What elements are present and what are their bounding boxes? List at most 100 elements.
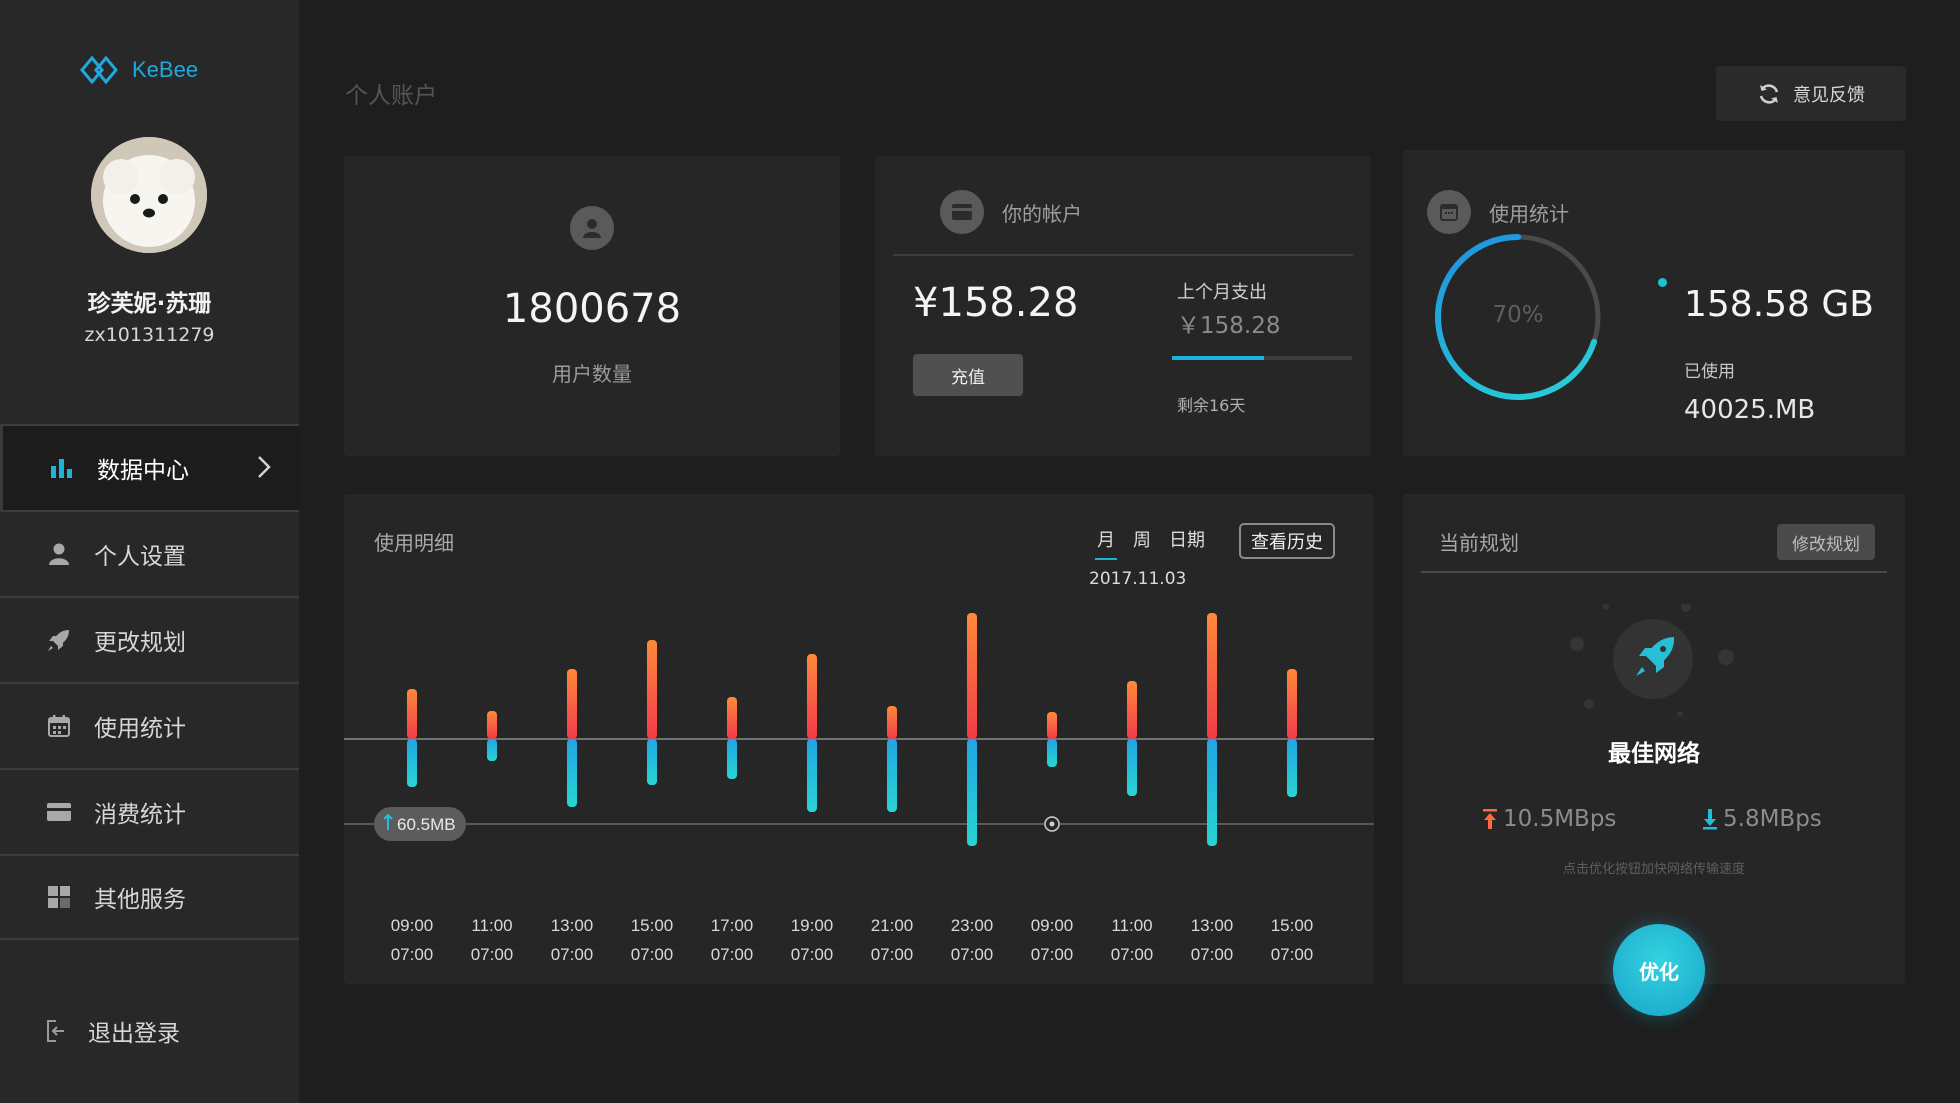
- remaining-progress-bar: [1172, 356, 1352, 360]
- download-arrow-icon: [1703, 809, 1717, 830]
- usage-total: 158.58 GB: [1684, 284, 1875, 325]
- sidebar-item-label: 个人设置: [94, 544, 186, 570]
- remaining-progress-fill: [1172, 356, 1264, 360]
- logo[interactable]: KeBee: [78, 52, 198, 88]
- card-icon: [44, 797, 74, 827]
- current-plan-title: 当前规划: [1439, 531, 1519, 555]
- time-label-bottom: 07:00: [631, 945, 674, 964]
- feedback-button[interactable]: 意见反馈: [1716, 66, 1906, 121]
- time-label-top: 17:00: [711, 916, 754, 935]
- account-card: 你的帐户 ¥158.28 充值 上个月支出 ￥158.28 剩余16天: [875, 156, 1371, 456]
- upload-bar[interactable]: [1127, 681, 1137, 739]
- sidebar-nav: 数据中心 个人设置 更改规划 使用统计 消费统计 其他服务: [0, 424, 299, 940]
- optimize-button[interactable]: 优化: [1613, 924, 1705, 1016]
- upload-bar[interactable]: [807, 654, 817, 739]
- time-label-top: 13:00: [1191, 916, 1234, 935]
- download-bar[interactable]: [487, 739, 497, 761]
- avatar[interactable]: [91, 137, 207, 253]
- upload-bar[interactable]: [727, 697, 737, 739]
- upload-bar[interactable]: [647, 640, 657, 739]
- download-bar[interactable]: [407, 739, 417, 787]
- time-label-top: 21:00: [871, 916, 914, 935]
- feedback-label: 意见反馈: [1793, 84, 1865, 106]
- sidebar-item-change-plan[interactable]: 更改规划: [0, 596, 299, 682]
- download-speed: 5.8MBps: [1701, 806, 1822, 832]
- time-label-top: 23:00: [951, 916, 994, 935]
- users-label: 用户数量: [552, 362, 632, 386]
- recharge-button[interactable]: 充值: [913, 354, 1023, 396]
- dog-avatar-icon: [91, 137, 207, 253]
- edit-plan-button[interactable]: 修改规划: [1777, 524, 1875, 560]
- download-bar[interactable]: [1207, 739, 1217, 846]
- sidebar-item-label: 消费统计: [94, 802, 186, 828]
- upload-speed: 10.5MBps: [1481, 806, 1616, 832]
- logo-text: KeBee: [132, 57, 199, 82]
- time-label-bottom: 07:00: [1031, 945, 1074, 964]
- upload-bar[interactable]: [407, 689, 417, 739]
- remaining-days: 剩余16天: [1177, 396, 1246, 415]
- download-bar[interactable]: [887, 739, 897, 812]
- bar-chart-icon: [47, 453, 77, 483]
- user-icon: [570, 206, 614, 250]
- download-bar[interactable]: [1127, 739, 1137, 796]
- upload-speed-value: 10.5MBps: [1503, 806, 1617, 832]
- wallet-icon: [940, 190, 984, 234]
- calendar-icon: [44, 711, 74, 741]
- download-bar[interactable]: [1047, 739, 1057, 767]
- upload-bar[interactable]: [1047, 712, 1057, 739]
- sidebar-item-spending-stats[interactable]: 消费统计: [0, 768, 299, 854]
- tab-month[interactable]: 月: [1095, 526, 1117, 560]
- download-speed-value: 5.8MBps: [1723, 806, 1822, 832]
- upload-bar[interactable]: [567, 669, 577, 739]
- view-history-button[interactable]: 查看历史: [1239, 523, 1335, 559]
- users-count: 1800678: [502, 286, 682, 332]
- time-label-top: 15:00: [631, 916, 674, 935]
- sidebar-item-usage-stats[interactable]: 使用统计: [0, 682, 299, 768]
- time-label-bottom: 07:00: [711, 945, 754, 964]
- time-label-bottom: 07:00: [471, 945, 514, 964]
- download-bar[interactable]: [647, 739, 657, 785]
- sidebar-item-label: 数据中心: [97, 458, 189, 484]
- upload-bar[interactable]: [1287, 669, 1297, 739]
- upload-bar[interactable]: [967, 613, 977, 739]
- detail-date: 2017.11.03: [1089, 569, 1187, 589]
- usage-detail-chart: 09:00 07:00 11:00 07:00 13:00 07:00 15:00 07:00…: [344, 613, 1374, 964]
- upload-bar[interactable]: [887, 706, 897, 739]
- time-label-top: 09:00: [391, 916, 434, 935]
- tab-date[interactable]: 日期: [1169, 526, 1205, 552]
- download-bar[interactable]: [727, 739, 737, 779]
- upload-arrow-icon: [1483, 809, 1497, 829]
- page-title: 个人账户: [345, 83, 437, 109]
- download-bar[interactable]: [807, 739, 817, 812]
- upload-bar[interactable]: [487, 711, 497, 739]
- used-value: 40025.MB: [1684, 395, 1816, 425]
- sidebar-item-data-center[interactable]: 数据中心: [0, 424, 299, 510]
- rocket-icon: [1570, 604, 1734, 717]
- person-icon: [44, 539, 74, 569]
- sidebar-item-personal-settings[interactable]: 个人设置: [0, 510, 299, 596]
- download-bar[interactable]: [567, 739, 577, 807]
- time-label-bottom: 07:00: [551, 945, 594, 964]
- account-title: 你的帐户: [1002, 201, 1082, 226]
- tab-week[interactable]: 周: [1133, 526, 1151, 552]
- upload-bar[interactable]: [1207, 613, 1217, 739]
- current-plan-card: 当前规划 修改规划 最佳网络 10.5MBps 5.8MBps 点击优化按钮加快…: [1403, 494, 1905, 1016]
- divider: [893, 254, 1353, 256]
- usage-detail-card: 09:00 07:00 11:00 07:00 13:00 07:00 15:00 07:00…: [344, 494, 1374, 984]
- sidebar-item-other-services[interactable]: 其他服务: [0, 854, 299, 940]
- download-bar[interactable]: [1287, 739, 1297, 797]
- time-label-top: 09:00: [1031, 916, 1074, 935]
- usage-stats-title: 使用统计: [1489, 201, 1569, 226]
- download-bar[interactable]: [967, 739, 977, 846]
- account-balance: ¥158.28: [913, 280, 1079, 326]
- rocket-icon: [44, 625, 74, 655]
- time-label-top: 15:00: [1271, 916, 1314, 935]
- user-id: zx101311279: [84, 324, 215, 346]
- last-month-label: 上个月支出: [1177, 282, 1267, 303]
- usage-stats-header: 使用统计: [1427, 190, 1569, 234]
- legend-dot: [1658, 278, 1667, 287]
- last-month-value: ￥158.28: [1177, 313, 1281, 339]
- logout-button[interactable]: 退出登录: [44, 1014, 180, 1048]
- sidebar: KeBee 珍芙妮·苏珊 zx101311279 数据中心 个人设置 更改规划 …: [0, 0, 299, 1103]
- sidebar-item-label: 更改规划: [94, 630, 186, 656]
